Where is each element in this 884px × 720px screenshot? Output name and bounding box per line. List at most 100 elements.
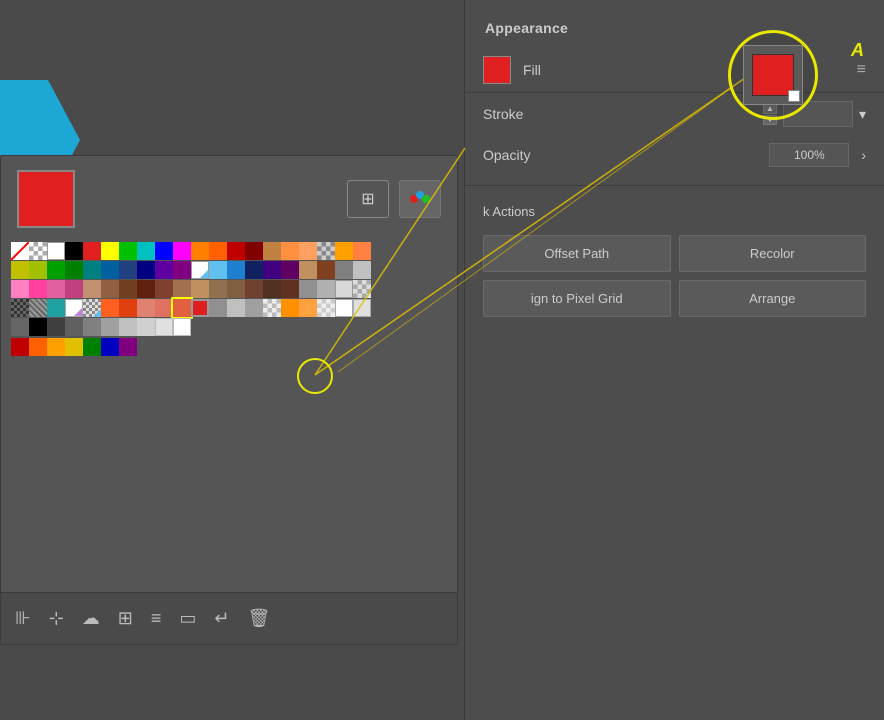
purple4-swatch[interactable] bbox=[119, 338, 137, 356]
orange4-swatch-1[interactable] bbox=[299, 242, 317, 260]
orange8-swatch[interactable] bbox=[119, 299, 137, 317]
red3-swatch-1[interactable] bbox=[245, 242, 263, 260]
gray5-swatch[interactable] bbox=[245, 299, 263, 317]
white6-swatch[interactable] bbox=[173, 318, 191, 336]
stroke-dropdown-arrow[interactable]: ▾ bbox=[859, 106, 866, 123]
checker6-swatch[interactable] bbox=[317, 299, 335, 317]
checkerboard-swatch[interactable] bbox=[29, 242, 47, 260]
green3-swatch[interactable] bbox=[65, 261, 83, 279]
purple2-swatch[interactable] bbox=[173, 261, 191, 279]
purple-swatch[interactable] bbox=[155, 261, 173, 279]
move-icon[interactable]: ↵ bbox=[214, 608, 229, 629]
orange7-swatch[interactable] bbox=[101, 299, 119, 317]
brown8-swatch[interactable] bbox=[245, 280, 263, 298]
green4-swatch[interactable] bbox=[83, 338, 101, 356]
gray-swatch-2[interactable] bbox=[335, 261, 353, 279]
brown9-swatch[interactable] bbox=[263, 280, 281, 298]
new-swatch-icon[interactable]: ⊹ bbox=[49, 608, 64, 629]
orange6-swatch-1[interactable] bbox=[353, 242, 371, 260]
blue4-swatch[interactable] bbox=[137, 261, 155, 279]
orange10-swatch[interactable] bbox=[281, 299, 299, 317]
green-swatch-1[interactable] bbox=[119, 242, 137, 260]
checker3-swatch[interactable] bbox=[353, 280, 371, 298]
pink-swatch[interactable] bbox=[11, 280, 29, 298]
gray6-swatch[interactable] bbox=[11, 318, 29, 336]
ltgray3-swatch[interactable] bbox=[317, 280, 335, 298]
tan4-swatch[interactable] bbox=[173, 280, 191, 298]
tan-swatch-1[interactable] bbox=[263, 242, 281, 260]
checker2-swatch[interactable] bbox=[317, 242, 335, 260]
darkpurple-swatch[interactable] bbox=[263, 261, 281, 279]
opacity-value[interactable]: 100% bbox=[769, 143, 849, 167]
gray8-swatch[interactable] bbox=[65, 318, 83, 336]
red4-swatch[interactable] bbox=[191, 299, 209, 317]
pink2-swatch[interactable] bbox=[47, 280, 65, 298]
brown7-swatch[interactable] bbox=[227, 280, 245, 298]
gray10-swatch[interactable] bbox=[101, 318, 119, 336]
salmon-swatch[interactable] bbox=[137, 299, 155, 317]
orange12-swatch[interactable] bbox=[29, 338, 47, 356]
orange5-swatch-1[interactable] bbox=[335, 242, 353, 260]
orange13-swatch[interactable] bbox=[47, 338, 65, 356]
navy-swatch[interactable] bbox=[245, 261, 263, 279]
tan3-swatch[interactable] bbox=[83, 280, 101, 298]
ltblue-swatch[interactable] bbox=[209, 261, 227, 279]
selected-orange-swatch[interactable] bbox=[173, 299, 191, 317]
blue3-swatch[interactable] bbox=[119, 261, 137, 279]
red-swatch-1[interactable] bbox=[83, 242, 101, 260]
list-icon[interactable]: ≡ bbox=[857, 61, 866, 79]
orange-swatch-1[interactable] bbox=[191, 242, 209, 260]
white4-swatch[interactable] bbox=[65, 299, 83, 317]
yellow3-swatch[interactable] bbox=[29, 261, 47, 279]
gray9-swatch[interactable] bbox=[83, 318, 101, 336]
blue5-swatch[interactable] bbox=[227, 261, 245, 279]
blue2-swatch[interactable] bbox=[101, 261, 119, 279]
red5-swatch[interactable] bbox=[11, 338, 29, 356]
red2-swatch-1[interactable] bbox=[227, 242, 245, 260]
pattern1-swatch[interactable] bbox=[11, 299, 29, 317]
gray12-swatch[interactable] bbox=[137, 318, 155, 336]
pattern2-swatch[interactable] bbox=[29, 299, 47, 317]
brown4-swatch[interactable] bbox=[137, 280, 155, 298]
gray11-swatch[interactable] bbox=[119, 318, 137, 336]
purple3-swatch[interactable] bbox=[281, 261, 299, 279]
gray7-swatch[interactable] bbox=[47, 318, 65, 336]
brown2-swatch[interactable] bbox=[101, 280, 119, 298]
delete-icon[interactable]: 🗑 bbox=[248, 608, 271, 629]
palette-view-button[interactable] bbox=[399, 180, 441, 218]
black-swatch-row1[interactable] bbox=[65, 242, 83, 260]
rose-swatch[interactable] bbox=[65, 280, 83, 298]
white2-swatch[interactable] bbox=[191, 261, 209, 279]
yellow2-swatch[interactable] bbox=[11, 261, 29, 279]
checker4-swatch[interactable] bbox=[83, 299, 101, 317]
orange2-swatch-1[interactable] bbox=[209, 242, 227, 260]
black2-swatch[interactable] bbox=[29, 318, 47, 336]
orange3-swatch-1[interactable] bbox=[281, 242, 299, 260]
offset-path-button[interactable]: Offset Path bbox=[483, 235, 671, 272]
none-swatch[interactable] bbox=[11, 242, 29, 260]
group-icon[interactable]: ▭ bbox=[179, 608, 196, 629]
align-pixel-grid-button[interactable]: ign to Pixel Grid bbox=[483, 280, 671, 317]
blue6-swatch[interactable] bbox=[101, 338, 119, 356]
hotpink-swatch[interactable] bbox=[29, 280, 47, 298]
ltgray5-swatch[interactable] bbox=[353, 299, 371, 317]
recolor-button[interactable]: Recolor bbox=[679, 235, 867, 272]
gray3-swatch[interactable] bbox=[299, 280, 317, 298]
yellow4-swatch[interactable] bbox=[65, 338, 83, 356]
white5-swatch[interactable] bbox=[335, 299, 353, 317]
orange11-swatch[interactable] bbox=[299, 299, 317, 317]
arrange-button[interactable]: Arrange bbox=[679, 280, 867, 317]
teal2-swatch[interactable] bbox=[47, 299, 65, 317]
opacity-chevron[interactable]: › bbox=[861, 147, 866, 163]
list-icon2[interactable]: ≡ bbox=[151, 608, 162, 629]
white3-swatch[interactable] bbox=[335, 280, 353, 298]
magenta-swatch-1[interactable] bbox=[173, 242, 191, 260]
gray13-swatch[interactable] bbox=[155, 318, 173, 336]
blue-swatch-1[interactable] bbox=[155, 242, 173, 260]
cloud-icon[interactable]: ☁ bbox=[82, 608, 100, 629]
fill-color-swatch[interactable] bbox=[483, 56, 511, 84]
brown5-swatch[interactable] bbox=[155, 280, 173, 298]
cyan-swatch-1[interactable] bbox=[137, 242, 155, 260]
teal-swatch[interactable] bbox=[83, 261, 101, 279]
yellow-swatch-1[interactable] bbox=[101, 242, 119, 260]
